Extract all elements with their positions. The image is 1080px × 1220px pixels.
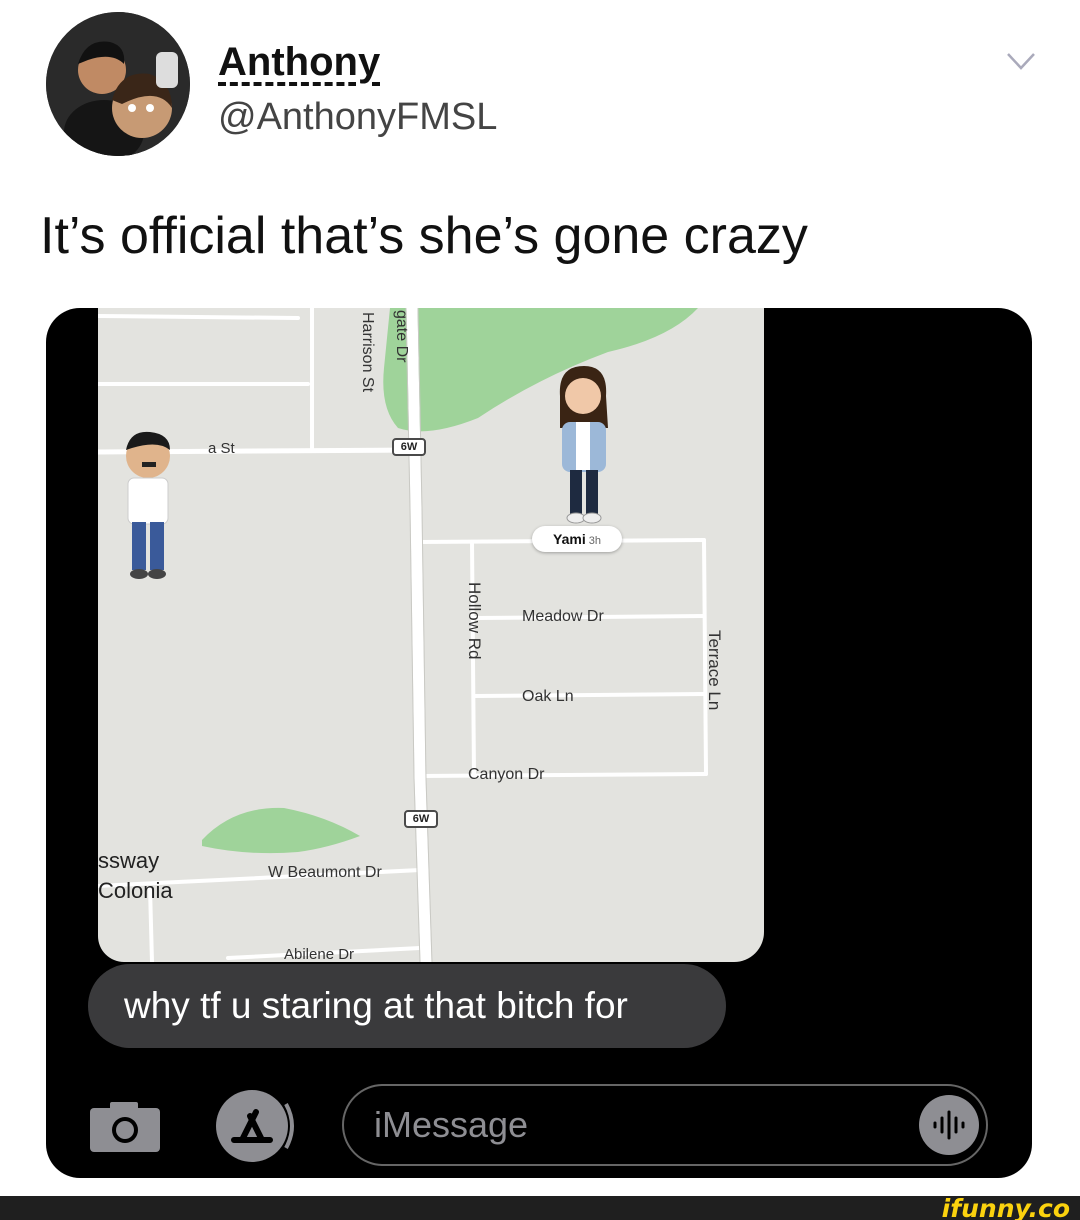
ifunny-watermark: ifunny.co bbox=[941, 1194, 1070, 1220]
street-label: Harrison St bbox=[359, 312, 376, 393]
screenshot-card: Harrison St gate Dr a St Hollow Rd Meado… bbox=[46, 308, 1032, 1178]
audio-waveform-icon[interactable] bbox=[918, 1094, 980, 1156]
imessage-placeholder: iMessage bbox=[374, 1104, 529, 1145]
street-label: Meadow Dr bbox=[522, 608, 604, 625]
author-name[interactable]: Anthony bbox=[218, 40, 380, 85]
map-roads bbox=[98, 308, 708, 962]
street-label: Terrace Ln bbox=[705, 630, 724, 711]
snap-map[interactable]: Harrison St gate Dr a St Hollow Rd Meado… bbox=[98, 308, 764, 962]
imessage-input[interactable]: iMessage bbox=[342, 1084, 988, 1166]
bitmoji-user-avatar[interactable] bbox=[112, 426, 182, 586]
received-message-bubble[interactable]: why tf u staring at that bitch for bbox=[88, 964, 726, 1048]
friend-last-seen: 3h bbox=[588, 535, 601, 547]
street-label: Abilene Dr bbox=[284, 946, 355, 962]
author-handle[interactable]: @AnthonyFMSL bbox=[218, 96, 497, 139]
place-label: Colonia bbox=[98, 878, 173, 903]
park-area bbox=[202, 807, 360, 854]
author-avatar[interactable] bbox=[46, 12, 190, 156]
route-shield: 6W bbox=[404, 810, 438, 828]
watermark-bar: ifunny.co bbox=[0, 1194, 1080, 1220]
street-label: a St bbox=[208, 440, 235, 457]
route-shield: 6W bbox=[392, 438, 426, 456]
tweet-text: It’s official that’s she’s gone crazy bbox=[40, 207, 808, 265]
park-area bbox=[383, 308, 698, 432]
chevron-down-icon[interactable] bbox=[1004, 44, 1038, 78]
street-label: Hollow Rd bbox=[465, 582, 484, 660]
street-label: Canyon Dr bbox=[468, 766, 545, 783]
app-store-icon[interactable] bbox=[212, 1086, 296, 1166]
place-label: ssway bbox=[98, 848, 160, 873]
street-label: gate Dr bbox=[393, 310, 410, 363]
friend-name-tag[interactable]: Yami 3h bbox=[532, 526, 622, 552]
bitmoji-yami-avatar[interactable] bbox=[548, 362, 618, 526]
camera-icon[interactable] bbox=[90, 1100, 160, 1152]
street-label: W Beaumont Dr bbox=[268, 864, 382, 881]
friend-name: Yami bbox=[553, 531, 586, 547]
street-label: Oak Ln bbox=[522, 688, 574, 705]
